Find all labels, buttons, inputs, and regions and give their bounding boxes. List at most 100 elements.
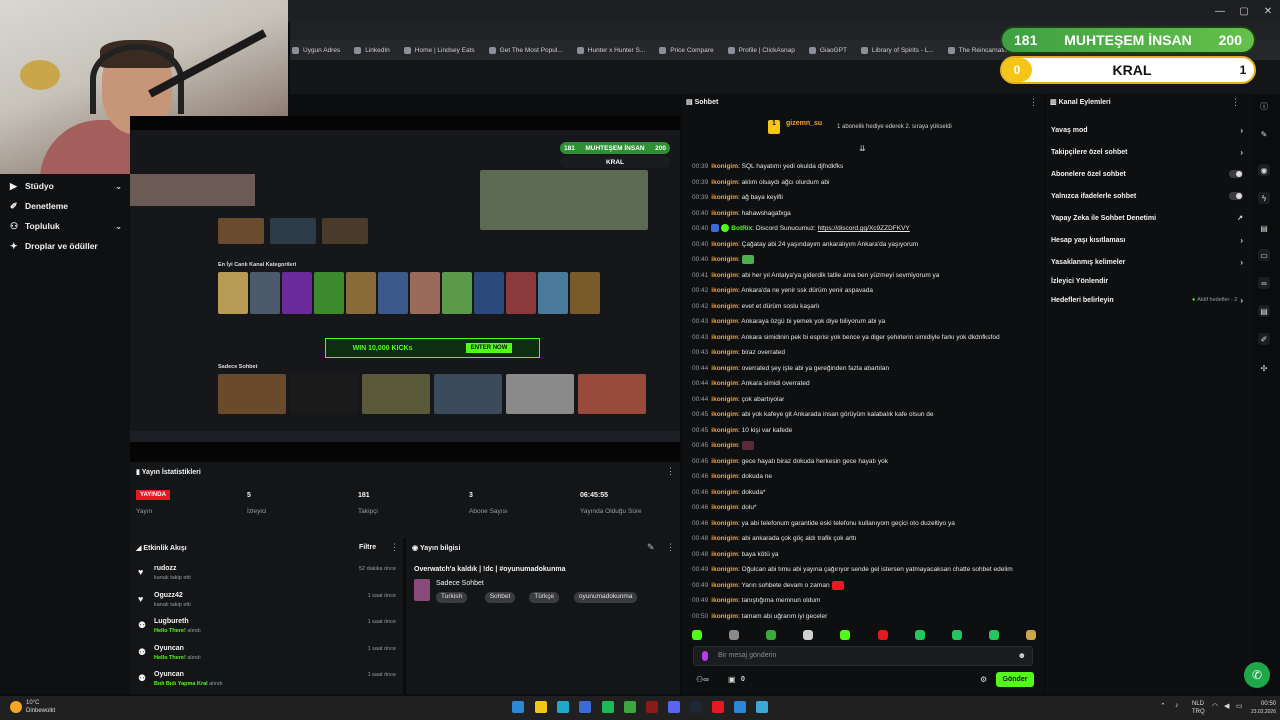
battery-icon[interactable]: ▭ bbox=[1236, 702, 1243, 710]
emote-quick-icon[interactable] bbox=[803, 630, 814, 640]
chat-username[interactable]: ikonigim bbox=[711, 535, 738, 542]
tray-chevron-icon[interactable]: ⌃ bbox=[1160, 702, 1166, 710]
chat-username[interactable]: ikonigim bbox=[711, 551, 738, 558]
activity-row[interactable]: ⚉ Oyuncan Hello There! alındı 1 saat önce bbox=[138, 645, 398, 667]
tag-pill[interactable]: oyunumadokunma bbox=[573, 592, 638, 603]
chat-username[interactable]: ikonigim bbox=[711, 179, 738, 186]
server-icon[interactable]: ▤ bbox=[1258, 305, 1270, 317]
bookmark-item[interactable]: Hunter x Hunter S... bbox=[576, 46, 645, 54]
tag-pill[interactable]: Turkish bbox=[436, 592, 468, 603]
chat-username[interactable]: ikonigim bbox=[711, 210, 738, 217]
chat-username[interactable]: ikonigim bbox=[711, 411, 738, 418]
close-icon[interactable]: ✕ bbox=[1256, 0, 1280, 22]
chat-username[interactable]: ikonigim bbox=[711, 489, 738, 496]
pinned-user[interactable]: gizemn_su bbox=[786, 120, 822, 127]
activity-row[interactable]: ⚉ Lugbureth Hello There! alındı 1 saat önce bbox=[138, 618, 398, 640]
chat-input[interactable]: Bir mesaj gönderin ☻ bbox=[693, 646, 1033, 666]
chat-username[interactable]: ikonigim bbox=[711, 566, 738, 573]
minimize-icon[interactable]: — bbox=[1208, 0, 1232, 22]
nav-item-1[interactable]: ▶ Stüdyo ⌄ bbox=[10, 181, 122, 191]
emote-quick-icon[interactable] bbox=[1025, 630, 1036, 640]
file-explorer-icon[interactable] bbox=[535, 701, 547, 713]
chat-username[interactable]: ikonigim bbox=[711, 365, 738, 372]
discord-icon[interactable] bbox=[668, 701, 680, 713]
chat-username[interactable]: ikonigim bbox=[711, 597, 738, 604]
info-icon[interactable]: ⓘ bbox=[1258, 100, 1270, 112]
tag-pill[interactable]: Sohbet bbox=[484, 592, 516, 603]
store-icon[interactable] bbox=[579, 701, 591, 713]
chat-username[interactable]: ikonigim bbox=[711, 442, 738, 449]
chrome-icon[interactable] bbox=[712, 701, 724, 713]
chat-username[interactable]: ikonigim bbox=[711, 318, 738, 325]
chat-username[interactable]: ikonigim bbox=[711, 613, 738, 620]
chat-username[interactable]: ikonigim bbox=[711, 272, 738, 279]
app-icon[interactable] bbox=[646, 701, 658, 713]
xbox-icon[interactable] bbox=[624, 701, 636, 713]
bookmark-item[interactable]: LinkedIn bbox=[354, 46, 390, 54]
windows-start-icon[interactable] bbox=[512, 701, 524, 713]
chat-username[interactable]: BotRix bbox=[731, 225, 752, 232]
channel-action-item[interactable]: Hesap yaşı kısıtlaması › bbox=[1051, 234, 1243, 246]
chat-username[interactable]: ikonigim bbox=[711, 349, 738, 356]
chat-username[interactable]: ikonigim bbox=[711, 256, 738, 263]
todo-icon[interactable] bbox=[734, 701, 746, 713]
pen-icon[interactable]: ✎ bbox=[1258, 128, 1270, 140]
volume-icon[interactable]: ◀ bbox=[1224, 702, 1229, 710]
chat-username[interactable]: ikonigim bbox=[711, 334, 738, 341]
more-icon[interactable]: ⋮ bbox=[666, 542, 675, 553]
chat-username[interactable]: ikonigim bbox=[711, 303, 738, 310]
send-button[interactable]: Gönder bbox=[996, 672, 1034, 687]
settings-icon[interactable]: ⚙ bbox=[980, 675, 987, 684]
more-icon[interactable]: ⋮ bbox=[390, 542, 399, 553]
edit-icon[interactable]: ✎ bbox=[647, 542, 655, 553]
tag-pill[interactable]: Türkçe bbox=[529, 592, 560, 603]
mic-tray-icon[interactable]: ♪ bbox=[1175, 702, 1179, 709]
apps-icon[interactable]: ✣ bbox=[1258, 362, 1270, 374]
camera-icon[interactable]: ◉ bbox=[1258, 164, 1270, 176]
link-icon[interactable]: ∞ bbox=[1258, 277, 1270, 289]
chat-username[interactable]: ikonigim bbox=[711, 582, 738, 589]
bookmark-item[interactable]: GiaoGPT bbox=[808, 46, 847, 54]
activity-row[interactable]: ♥ Oguzz42 kanalı takip etti 1 saat önce bbox=[138, 592, 398, 614]
chat-username[interactable]: ikonigim bbox=[711, 287, 738, 294]
emote-quick-icon[interactable] bbox=[877, 630, 888, 640]
emote-quick-icon[interactable] bbox=[840, 630, 851, 640]
channel-action-item[interactable]: İzleyici Yönlendir bbox=[1051, 275, 1243, 287]
points-icon[interactable]: ⚇∞ bbox=[696, 675, 709, 684]
chat-username[interactable]: ikonigim bbox=[711, 458, 738, 465]
chat-username[interactable]: ikonigim bbox=[711, 520, 738, 527]
nav-item-3[interactable]: ⚇ Topluluk ⌄ bbox=[10, 221, 122, 231]
wrench-icon[interactable]: ✐ bbox=[1258, 333, 1270, 345]
scroll-down-icon[interactable]: ⇊ bbox=[859, 144, 866, 153]
chat-username[interactable]: ikonigim bbox=[711, 427, 738, 434]
edge-icon[interactable] bbox=[557, 701, 569, 713]
clock[interactable]: 00:50 23.02.2026 bbox=[1250, 700, 1276, 716]
bolt-icon[interactable]: ϟ bbox=[1258, 192, 1270, 204]
bookmark-item[interactable]: Profile | ClickAsnap bbox=[727, 46, 795, 54]
bookmark-item[interactable]: Price Compare bbox=[659, 46, 714, 54]
stream-category[interactable]: Sadece Sohbet bbox=[436, 580, 484, 587]
channel-action-item[interactable]: Takipçilere özel sohbet › bbox=[1051, 146, 1243, 158]
channel-action-item[interactable]: Yavaş mod › bbox=[1051, 124, 1243, 136]
chat-bubble-icon[interactable]: ▭ bbox=[1258, 249, 1270, 261]
activity-row[interactable]: ♥ rudozz kanalı takip etti 52 dakika önce bbox=[138, 565, 398, 587]
activity-row[interactable]: ⚉ Oyuncan Bıdı Bıdı Yapma Kral alındı 1 saa… bbox=[138, 671, 398, 693]
more-icon[interactable]: ⋮ bbox=[666, 466, 675, 477]
emote-quick-icon[interactable] bbox=[988, 630, 999, 640]
emoji-icon[interactable]: ☻ bbox=[1018, 651, 1026, 660]
bookmark-item[interactable]: Home | Lindsey Eats bbox=[403, 46, 475, 54]
channel-action-item[interactable]: Yasaklanmış kelimeler › bbox=[1051, 256, 1243, 268]
more-icon[interactable]: ⋮ bbox=[1231, 97, 1240, 108]
nav-item-4[interactable]: ✦ Droplar ve ödüller bbox=[10, 241, 122, 251]
emote-quick-icon[interactable] bbox=[729, 630, 740, 640]
channel-action-item[interactable]: Yalnızca ifadelerle sohbet bbox=[1051, 190, 1243, 202]
toggle-switch[interactable] bbox=[1229, 170, 1243, 178]
emote-quick-icon[interactable] bbox=[766, 630, 777, 640]
emote-quick-icon[interactable] bbox=[692, 630, 702, 640]
chat-username[interactable]: ikonigim bbox=[711, 380, 738, 387]
chat-username[interactable]: ikonigim bbox=[711, 163, 738, 170]
language-indicator[interactable]: NLD TRQ bbox=[1192, 700, 1205, 716]
spotify-icon[interactable] bbox=[602, 701, 614, 713]
weather-widget[interactable]: 10°C Dinbewolkt bbox=[26, 699, 55, 715]
toggle-switch[interactable] bbox=[1229, 192, 1243, 200]
